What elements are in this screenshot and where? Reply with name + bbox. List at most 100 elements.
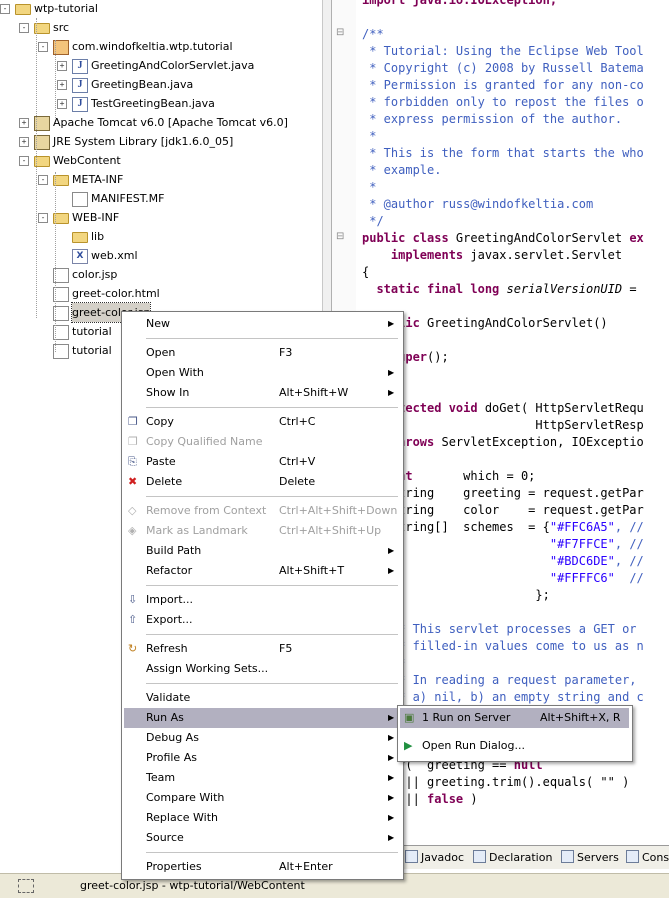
code-token: which = 0; — [419, 469, 536, 483]
expand-toggle-icon[interactable]: + — [57, 99, 67, 109]
menu-item-validate[interactable]: Validate — [124, 688, 400, 708]
tree-item[interactable]: - WebContent — [0, 151, 320, 170]
tree-item-label: wtp-tutorial — [34, 2, 98, 15]
file-icon — [72, 192, 88, 207]
tab-javadoc[interactable]: Javadoc — [405, 849, 464, 867]
code-token: * Permission is granted for any non-co — [362, 78, 644, 92]
tree-item[interactable]: - wtp-tutorial — [0, 0, 320, 18]
expand-toggle-icon[interactable]: - — [0, 4, 10, 14]
code-line: public class GreetingAndColorServlet ex — [362, 230, 644, 247]
tree-item[interactable]: MANIFEST.MF — [0, 189, 320, 208]
menu-item-label: Import... — [146, 593, 193, 606]
expand-toggle-icon[interactable]: - — [19, 23, 29, 33]
menu-item-paste[interactable]: ⎘ Paste Ctrl+V — [124, 452, 400, 472]
tree-item-label: tutorial — [72, 344, 112, 357]
menu-item-delete[interactable]: ✖ Delete Delete — [124, 472, 400, 492]
tree-item[interactable]: + Apache Tomcat v6.0 [Apache Tomcat v6.0] — [0, 113, 320, 132]
fast-view-icon[interactable] — [18, 879, 34, 893]
menu-item-debug-as[interactable]: Debug As ▶ — [124, 728, 400, 748]
menu-item-label: Assign Working Sets... — [146, 662, 269, 675]
xml-file-icon: X — [72, 249, 88, 264]
menu-separator — [146, 407, 398, 408]
code-token: "#FFFFC6" — [549, 571, 615, 585]
menu-item-mark-as-landmark: ◈ Mark as Landmark Ctrl+Alt+Shift+Up — [124, 521, 400, 541]
code-line: * filled-in values come to us as n — [362, 638, 644, 655]
expand-toggle-icon[interactable]: - — [38, 42, 48, 52]
tree-item[interactable]: lib — [0, 227, 320, 246]
tree-item-label: WEB-INF — [72, 211, 120, 224]
menu-item-shortcut: Ctrl+V — [279, 455, 316, 468]
menu-item-refresh[interactable]: ↻ Refresh F5 — [124, 639, 400, 659]
menu-item-open[interactable]: Open F3 — [124, 343, 400, 363]
tab-servers[interactable]: Servers — [561, 849, 619, 867]
expand-toggle-icon[interactable]: + — [19, 118, 29, 128]
menu-item-properties[interactable]: Properties Alt+Enter — [124, 857, 400, 877]
tree-item[interactable]: + J TestGreetingBean.java — [0, 94, 320, 113]
code-token: (); — [427, 350, 449, 364]
run-icon: ▶ — [404, 739, 413, 752]
folder-icon — [72, 232, 88, 243]
tree-item[interactable]: - META-INF — [0, 170, 320, 189]
tree-item-label: META-INF — [72, 173, 124, 186]
run-as-submenu: ▣ 1 Run on Server Alt+Shift+X, R ▶ Open Run … — [397, 705, 633, 762]
tree-item[interactable]: color.jsp — [0, 265, 320, 284]
code-line: * Permission is granted for any non-co — [362, 77, 644, 94]
tree-item[interactable]: + JRE System Library [jdk1.6.0_05] — [0, 132, 320, 151]
expand-toggle-icon[interactable]: + — [57, 61, 67, 71]
tree-item[interactable]: + J GreetingBean.java — [0, 75, 320, 94]
submenu-item-open-run-dialog[interactable]: ▶ Open Run Dialog... — [400, 736, 629, 756]
tree-item-label: WebContent — [53, 154, 121, 167]
menu-item-new[interactable]: New ▶ — [124, 314, 400, 334]
expand-toggle-icon[interactable]: + — [57, 80, 67, 90]
submenu-arrow-icon: ▶ — [388, 773, 395, 782]
menu-item-label: Mark as Landmark — [146, 524, 248, 537]
menu-item-replace-with[interactable]: Replace With ▶ — [124, 808, 400, 828]
code-token: "#F7FFCE" — [549, 537, 615, 551]
declaration-icon — [473, 850, 486, 863]
code-token: import java.io.IOException; — [362, 0, 558, 7]
menu-item-label: Delete — [146, 475, 183, 488]
menu-item-source[interactable]: Source ▶ — [124, 828, 400, 848]
menu-item-build-path[interactable]: Build Path ▶ — [124, 541, 400, 561]
submenu-item-1-run-on-server[interactable]: ▣ 1 Run on Server Alt+Shift+X, R — [400, 708, 629, 728]
tree-item[interactable]: - com.windofkeltia.wtp.tutorial — [0, 37, 320, 56]
menu-item-compare-with[interactable]: Compare With ▶ — [124, 788, 400, 808]
menu-item-run-as[interactable]: Run As ▶ — [124, 708, 400, 728]
expand-toggle-icon[interactable]: - — [38, 175, 48, 185]
tree-item[interactable]: + J GreetingAndColorServlet.java — [0, 56, 320, 75]
menu-item-shortcut: Alt+Shift+T — [279, 564, 345, 577]
fold-toggle-icon[interactable]: ⊟ — [336, 231, 344, 242]
menu-item-label: Team — [146, 771, 176, 784]
menu-item-label: Refactor — [146, 564, 193, 577]
tree-item-label: web.xml — [91, 249, 138, 262]
fold-toggle-icon[interactable]: ⊟ — [336, 27, 344, 38]
code-line: * Tutorial: Using the Eclipse Web Tool — [362, 43, 644, 60]
tree-item[interactable]: greet-color.html — [0, 284, 320, 303]
expand-toggle-icon[interactable]: - — [19, 156, 29, 166]
menu-item-profile-as[interactable]: Profile As ▶ — [124, 748, 400, 768]
code-token: /** — [362, 27, 384, 41]
run-on-server-icon: ▣ — [404, 711, 415, 724]
menu-item-copy[interactable]: ❐ Copy Ctrl+C — [124, 412, 400, 432]
expand-toggle-icon[interactable]: + — [19, 137, 29, 147]
menu-item-label: 1 Run on Server — [422, 711, 511, 724]
menu-item-import[interactable]: ⇩ Import... — [124, 590, 400, 610]
remove-context-icon: ◇ — [128, 504, 137, 517]
tree-item[interactable]: Xweb.xml — [0, 246, 320, 265]
tree-item-label: TestGreetingBean.java — [91, 97, 215, 110]
tab-declaration[interactable]: Declaration — [473, 849, 552, 867]
tree-item[interactable]: - WEB-INF — [0, 208, 320, 227]
menu-item-export[interactable]: ⇧ Export... — [124, 610, 400, 630]
menu-item-label: Refresh — [146, 642, 188, 655]
code-line: "#BDC6DE", // — [362, 553, 644, 570]
menu-item-label: Profile As — [146, 751, 197, 764]
tab-console[interactable]: Cons — [626, 849, 669, 867]
menu-item-open-with[interactable]: Open With ▶ — [124, 363, 400, 383]
tab-label: Declaration — [489, 851, 553, 864]
menu-item-refactor[interactable]: Refactor Alt+Shift+T ▶ — [124, 561, 400, 581]
menu-item-assign-working-sets[interactable]: Assign Working Sets... — [124, 659, 400, 679]
tree-item[interactable]: - src — [0, 18, 320, 37]
expand-toggle-icon[interactable]: - — [38, 213, 48, 223]
menu-item-show-in[interactable]: Show In Alt+Shift+W ▶ — [124, 383, 400, 403]
menu-item-team[interactable]: Team ▶ — [124, 768, 400, 788]
